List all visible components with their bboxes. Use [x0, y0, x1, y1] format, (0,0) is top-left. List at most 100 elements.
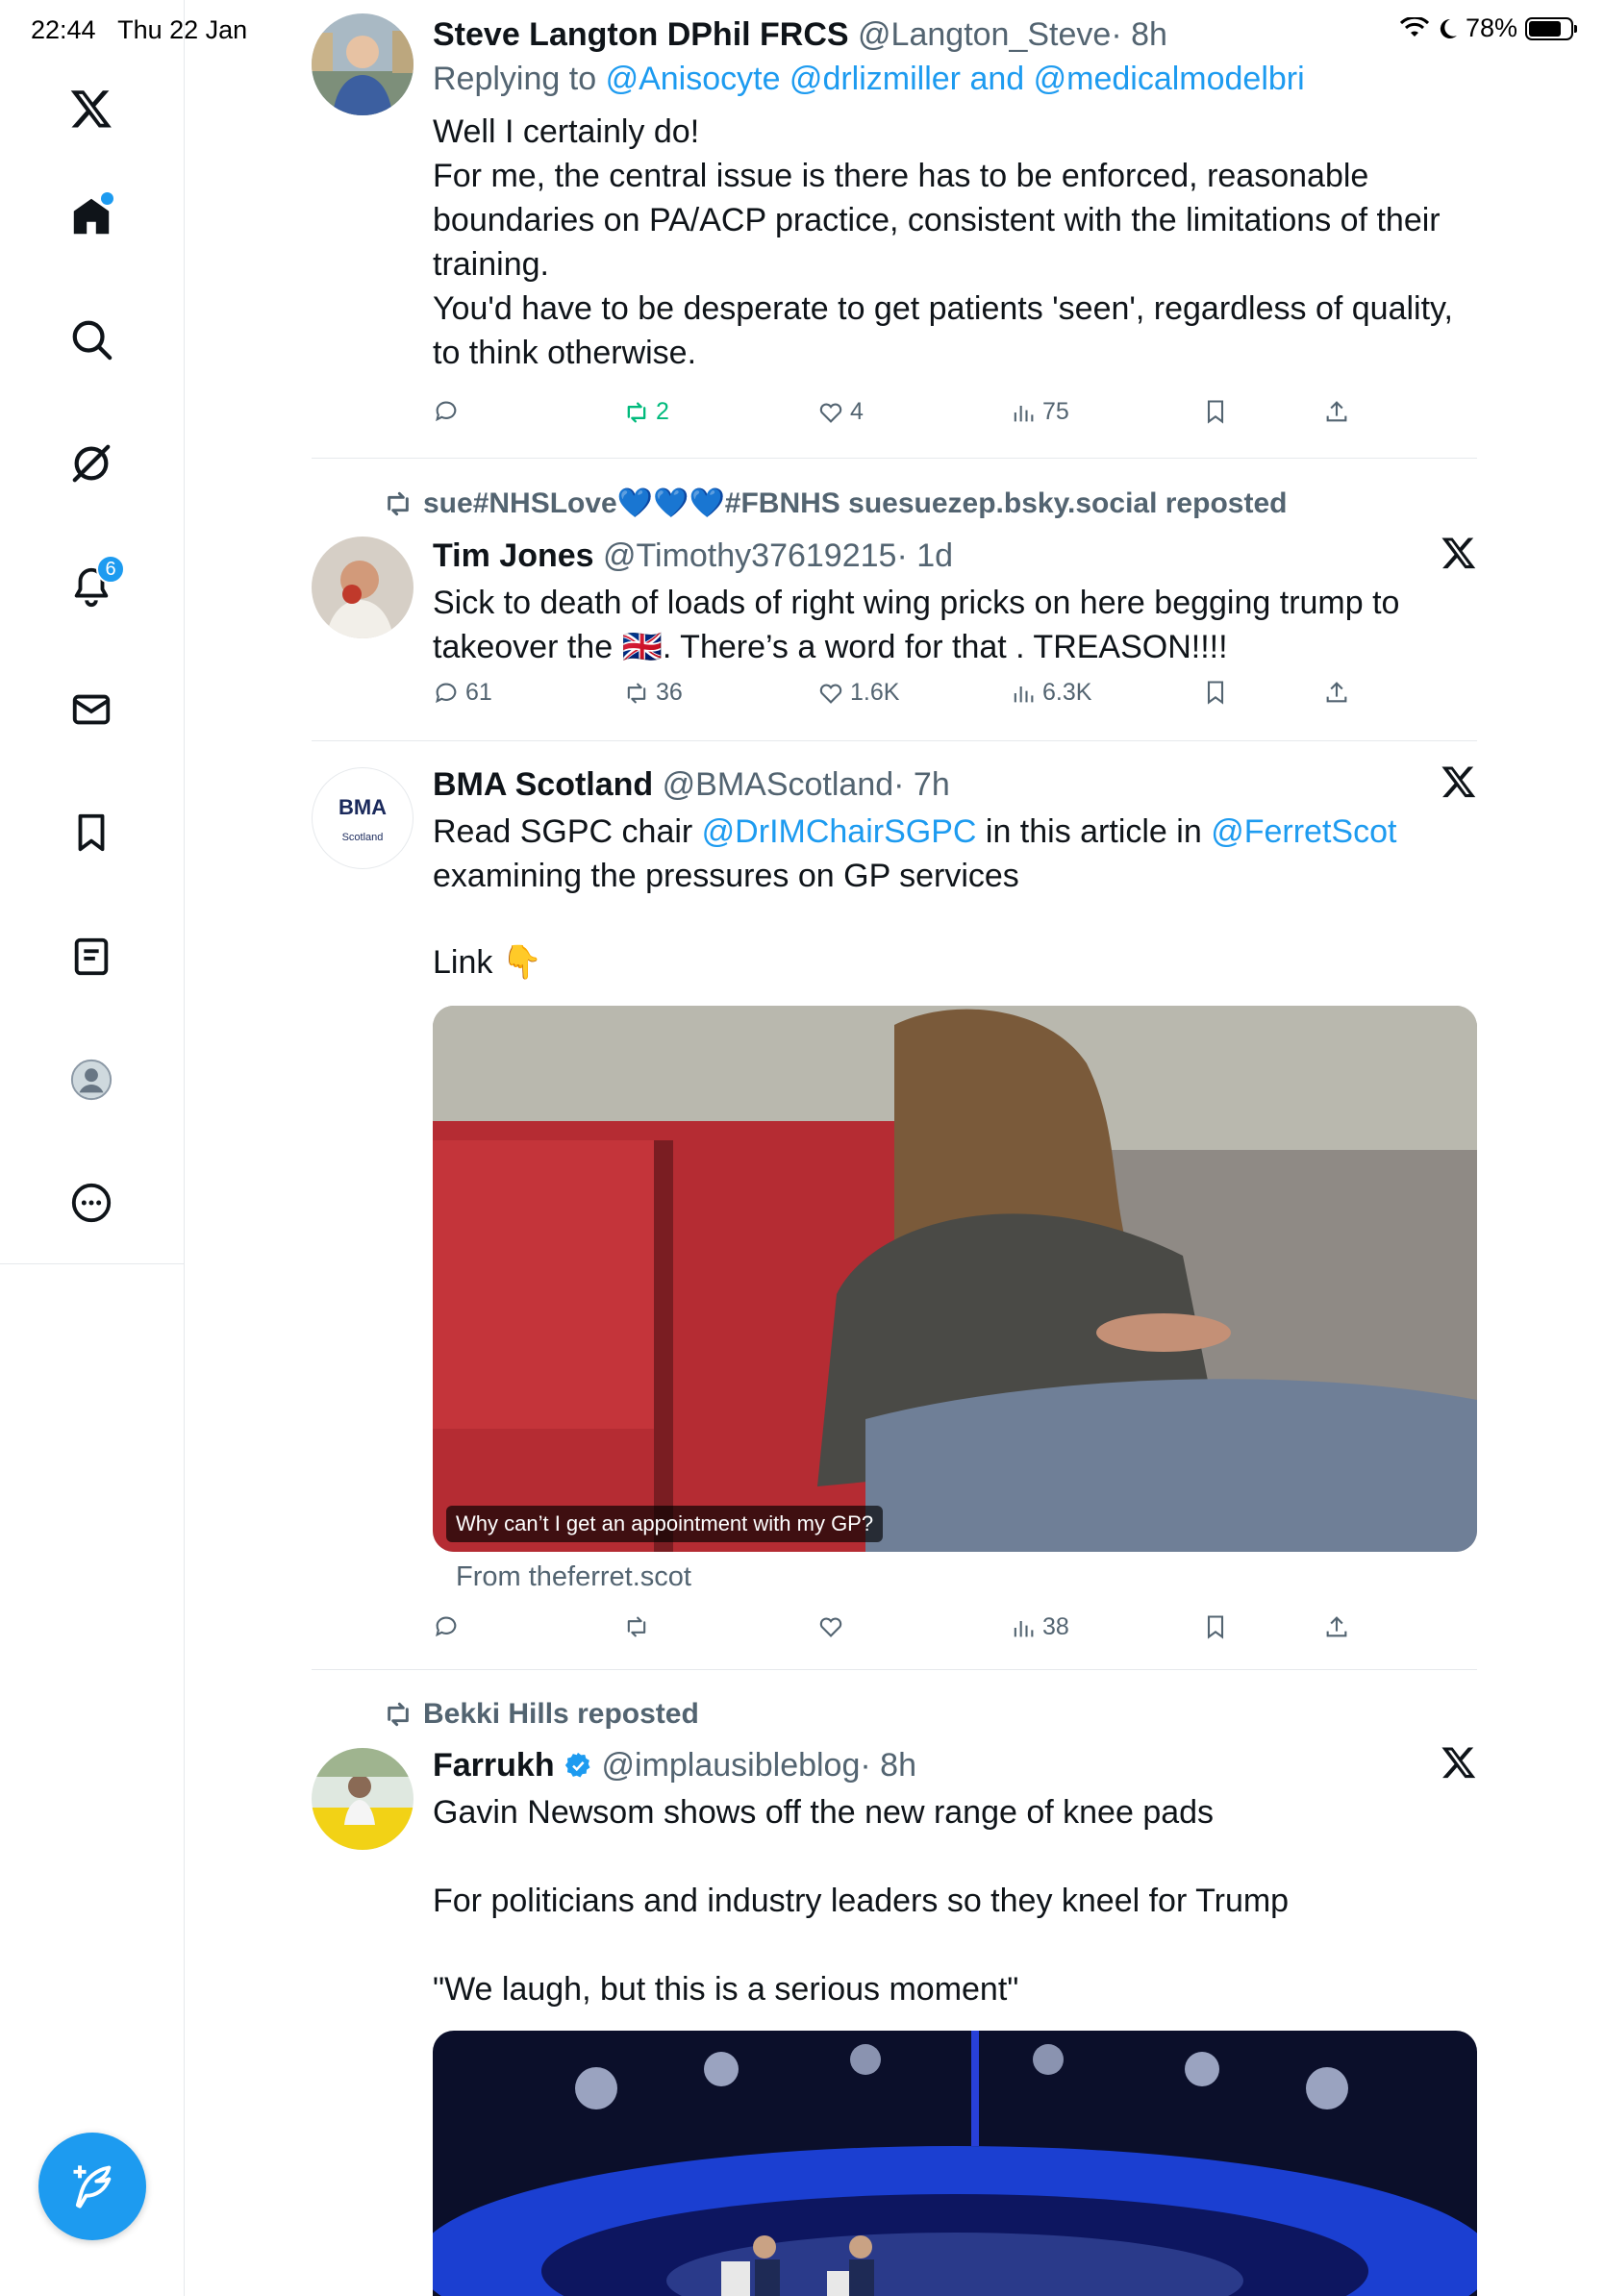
avatar[interactable] — [312, 13, 414, 115]
like-button[interactable] — [817, 1613, 850, 1640]
share-button[interactable] — [1323, 1613, 1350, 1640]
views-icon — [1014, 405, 1034, 421]
views-button[interactable]: 6.3K — [1010, 679, 1091, 707]
mention-link[interactable]: @DrIMChairSGPC — [702, 813, 977, 850]
author-handle[interactable]: @Timothy37619215 — [603, 537, 896, 574]
tweet-actions: 61 36 1.6K 6.3K — [433, 679, 1356, 717]
tweet-divider — [312, 458, 1477, 459]
tweet-divider — [312, 740, 1477, 741]
share-icon — [1326, 401, 1347, 422]
lists-icon[interactable] — [58, 923, 125, 990]
tweet-actions: 2 4 75 — [433, 398, 1356, 437]
like-button[interactable]: 4 — [817, 398, 864, 426]
link-card-image[interactable]: Why can’t I get an appointment with my G… — [433, 1006, 1477, 1552]
tweet-time: · 8h — [1111, 16, 1167, 53]
search-icon[interactable] — [58, 306, 125, 373]
home-icon[interactable] — [58, 183, 125, 250]
heart-icon — [819, 403, 842, 423]
verified-badge-icon — [564, 1752, 590, 1778]
tweet-header: Tim Jones @Timothy37619215· 1d — [433, 535, 1477, 577]
sidebar-divider — [0, 1263, 185, 1264]
reply-button[interactable]: 61 — [433, 679, 492, 707]
repost-attribution[interactable]: Bekki Hills reposted — [383, 1698, 699, 1731]
bookmark-button[interactable] — [1202, 398, 1229, 425]
mention-link[interactable]: @FerretScot — [1211, 813, 1396, 850]
tweet-divider — [312, 1669, 1477, 1670]
messages-icon[interactable] — [58, 676, 125, 743]
sidebar: 6 — [0, 0, 185, 2296]
notifications-bell-icon[interactable]: 6 — [58, 553, 125, 620]
tweet-header: Farrukh @implausibleblog· 8h — [433, 1744, 1477, 1786]
tweet-body: Gavin Newsom shows off the new range of … — [433, 1794, 1290, 2008]
repost-icon — [627, 683, 646, 703]
share-icon — [1326, 1616, 1347, 1637]
x-logo-icon[interactable] — [58, 75, 125, 142]
tweet-body: Sick to death of loads of right wing pri… — [433, 585, 1400, 665]
profile-avatar-icon[interactable] — [58, 1046, 125, 1113]
tweet-actions: 38 — [433, 1613, 1356, 1652]
tweet-video[interactable] — [433, 2031, 1477, 2296]
x-logo-icon — [1441, 1747, 1476, 1779]
avatar-logo-text: BMA — [338, 795, 388, 819]
replying-to: Replying to @Anisocyte @drlizmiller and … — [433, 61, 1305, 97]
tweet-header: Steve Langton DPhil FRCS @Langton_Steve·… — [433, 13, 1477, 56]
avatar[interactable]: BMA Scotland — [312, 767, 414, 869]
views-icon — [1014, 686, 1034, 702]
bookmarks-icon[interactable] — [58, 799, 125, 866]
bookmark-icon — [1207, 400, 1224, 424]
bookmark-icon — [1207, 1615, 1224, 1639]
views-icon — [1014, 1620, 1034, 1636]
reply-button[interactable] — [433, 398, 465, 425]
author-name[interactable]: Farrukh — [433, 1747, 555, 1784]
reply-button[interactable] — [433, 1613, 465, 1640]
tweet-body: Read SGPC chair @DrIMChairSGPC in this a… — [433, 813, 1397, 981]
bookmark-button[interactable] — [1202, 679, 1229, 706]
tweet-header: BMA Scotland @BMAScotland· 7h — [433, 763, 1477, 806]
avatar[interactable] — [312, 537, 414, 638]
repost-button[interactable]: 2 — [623, 398, 669, 426]
heart-icon — [819, 684, 842, 704]
repost-icon — [388, 1702, 409, 1727]
author-name[interactable]: BMA Scotland — [433, 766, 653, 803]
bookmark-button[interactable] — [1202, 1613, 1229, 1640]
home-notification-dot — [101, 192, 113, 205]
views-button[interactable]: 75 — [1010, 398, 1069, 426]
reply-icon — [436, 683, 457, 703]
author-name[interactable]: Tim Jones — [433, 537, 594, 574]
tweet-time: · 8h — [860, 1747, 916, 1784]
author-handle[interactable]: @BMAScotland — [663, 766, 894, 803]
repost-icon — [627, 402, 646, 422]
share-button[interactable] — [1323, 398, 1350, 425]
views-button[interactable]: 38 — [1010, 1613, 1069, 1641]
more-icon[interactable] — [58, 1169, 125, 1236]
grok-icon[interactable] — [58, 430, 125, 497]
avatar[interactable] — [312, 1748, 414, 1850]
avatar-logo-subtext: Scotland — [341, 832, 384, 843]
notifications-badge: 6 — [96, 555, 125, 584]
tweet[interactable]: Farrukh @implausibleblog· 8h Gavin Newso… — [312, 1744, 1477, 2296]
tweet-time: · 1d — [896, 537, 954, 574]
tweet[interactable]: BMA Scotland BMA Scotland @BMAScotland· … — [312, 763, 1477, 1648]
repost-icon — [388, 491, 409, 515]
compose-post-button[interactable] — [38, 2133, 146, 2240]
repost-attribution[interactable]: sue#NHSLove💙💙💙#FBNHS suesuezep.bsky.soci… — [383, 487, 1287, 520]
reply-icon — [436, 401, 457, 422]
x-logo-icon — [1441, 537, 1476, 569]
author-handle[interactable]: @Langton_Steve — [858, 16, 1111, 53]
tweet[interactable]: Steve Langton DPhil FRCS @Langton_Steve·… — [312, 13, 1477, 437]
repost-button[interactable] — [623, 1613, 656, 1640]
tweet[interactable]: Tim Jones @Timothy37619215· 1d Sick to d… — [312, 535, 1477, 717]
repost-icon — [627, 1616, 646, 1637]
tweet-body: Well I certainly do! For me, the central… — [433, 113, 1453, 371]
heart-icon — [819, 1617, 842, 1637]
tweet-time: · 7h — [893, 766, 950, 803]
share-button[interactable] — [1323, 679, 1350, 706]
bookmark-icon — [1207, 681, 1224, 705]
reply-mentions[interactable]: @Anisocyte @drlizmiller and @medicalmode… — [606, 61, 1305, 97]
author-name[interactable]: Steve Langton DPhil FRCS — [433, 16, 849, 53]
repost-button[interactable]: 36 — [623, 679, 683, 707]
link-source[interactable]: From theferret.scot — [456, 1561, 691, 1593]
like-button[interactable]: 1.6K — [817, 679, 899, 707]
author-handle[interactable]: @implausibleblog — [602, 1747, 861, 1784]
x-logo-icon — [1441, 766, 1476, 798]
